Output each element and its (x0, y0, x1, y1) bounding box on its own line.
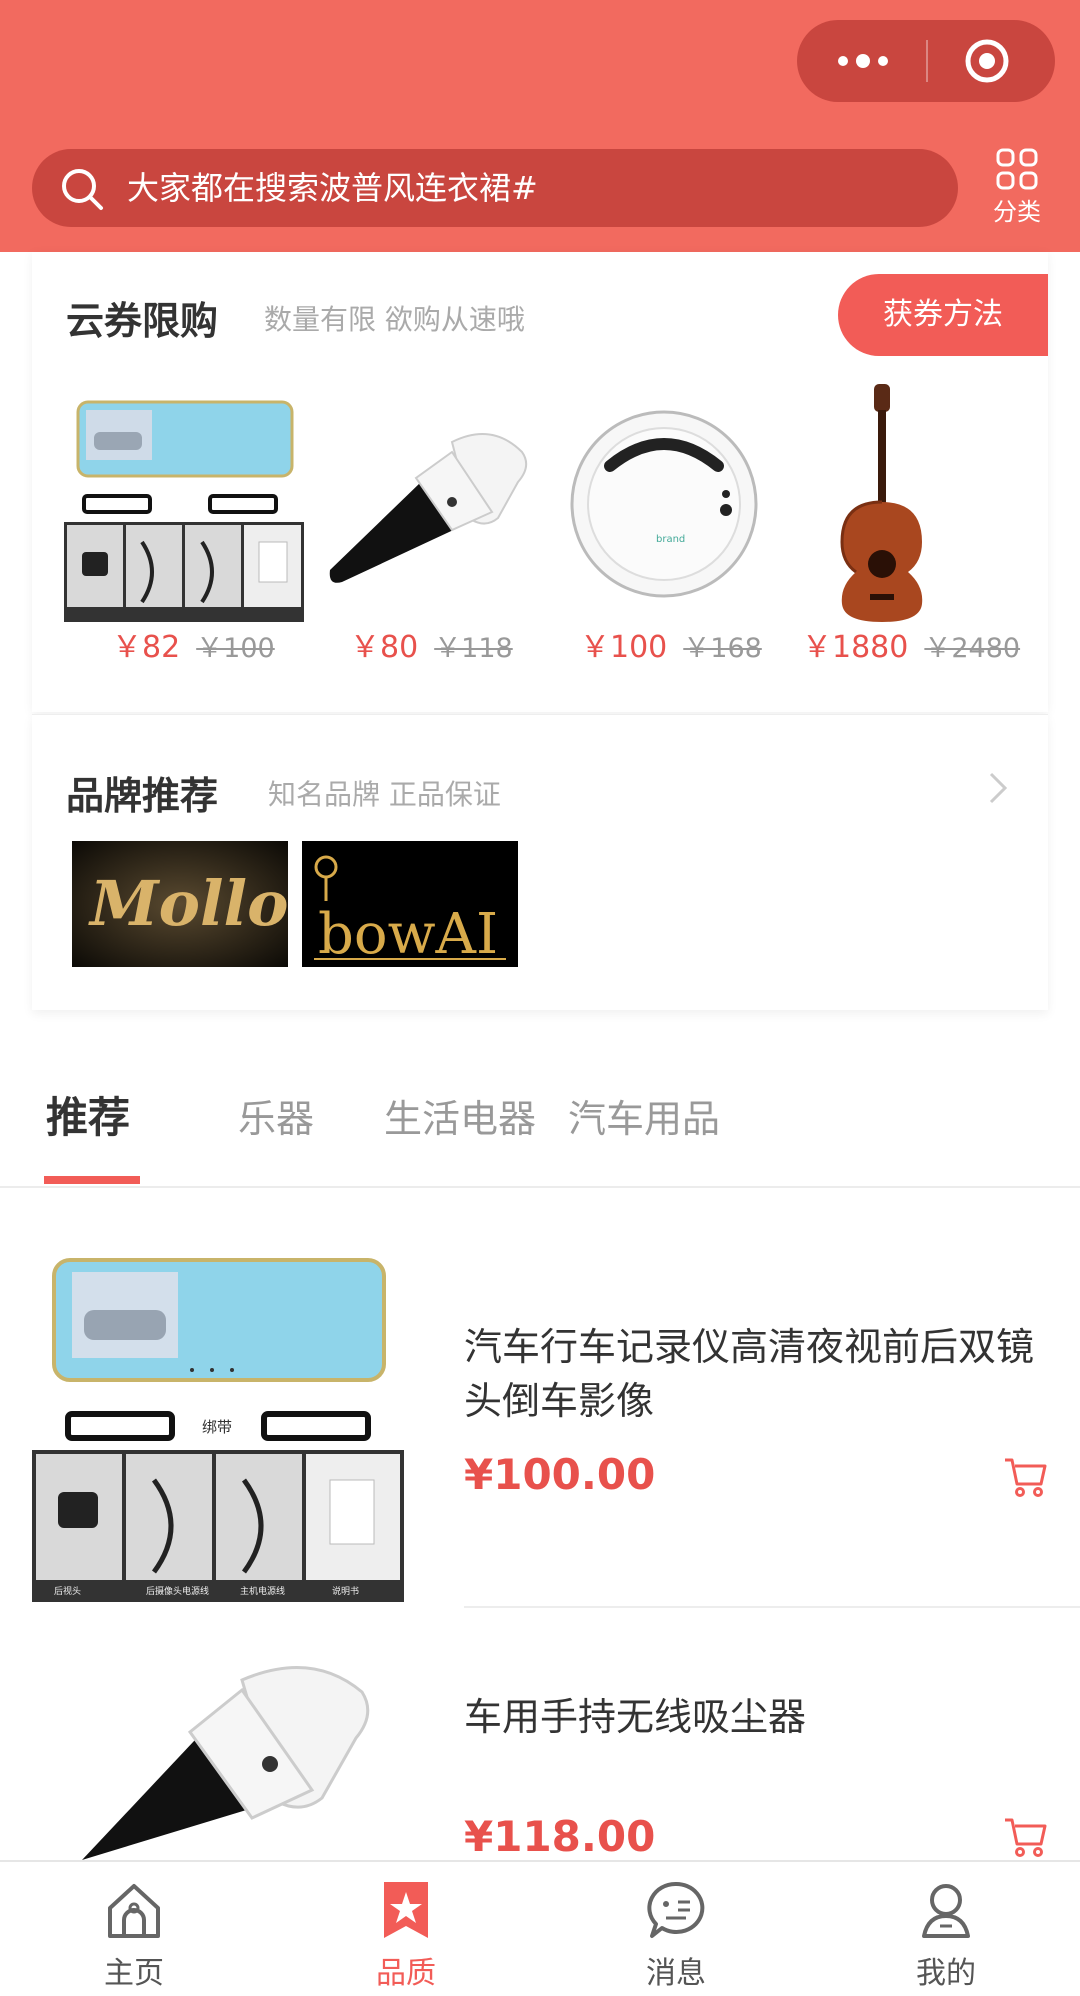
tab-home-appliances[interactable]: 生活电器 (384, 1088, 536, 1143)
mollo-logo-text: Mollo (88, 867, 288, 940)
robot-vacuum-image: brand (570, 410, 758, 598)
old-price: ￥118 (434, 633, 513, 664)
brand-logo-bowai[interactable]: bowAI (302, 841, 518, 967)
tab-instruments[interactable]: 乐器 (238, 1088, 314, 1143)
list-item[interactable]: 绑带 后视头 后摄像头电源线 主机电源线 说明书 汽车行车记录仪高清夜视前后双镜… (0, 1230, 1080, 1610)
nav-home[interactable]: 主页 (64, 1878, 204, 1994)
dashcam-image (64, 382, 304, 622)
nav-label: 我的 (916, 1956, 976, 1991)
item-price: ¥100.00 (464, 1450, 656, 1499)
brand-logo-mollo[interactable]: Mollo (72, 841, 288, 967)
coupon-product-guitar[interactable] (772, 382, 1012, 642)
item-name: 车用手持无线吸尘器 (464, 1695, 807, 1739)
nav-label: 主页 (104, 1956, 164, 1991)
item-thumbnail (32, 1640, 404, 1860)
nav-label: 品质 (376, 1956, 436, 1991)
current-price: ￥80 (350, 630, 419, 665)
coupon-title: 云券限购 (66, 299, 219, 343)
brand-title: 品牌推荐 (66, 774, 219, 818)
cell-label-3: 主机电源线 (240, 1585, 285, 1597)
nav-quality[interactable]: 品质 (336, 1878, 476, 1994)
grid-icon (996, 148, 1038, 190)
quality-star-icon (384, 1882, 428, 1938)
mollo-logo: Mollo (72, 841, 288, 967)
cart-icon[interactable] (1003, 1454, 1049, 1500)
nav-messages[interactable]: 消息 (606, 1878, 746, 1994)
old-price: ￥168 (683, 633, 762, 664)
target-icon[interactable] (963, 37, 1011, 85)
old-price: ￥2480 (924, 633, 1021, 664)
item-price: ¥118.00 (464, 1812, 656, 1860)
tab-recommend[interactable]: 推荐 (46, 1084, 130, 1145)
coupon-product-vacuum[interactable] (302, 382, 542, 642)
coupon-section: 云券限购 数量有限 欲购从速哦 获券方法 ￥82 ￥100 ￥80 ￥118 b… (32, 252, 1048, 712)
item-thumbnail: 绑带 后视头 后摄像头电源线 主机电源线 说明书 (32, 1230, 404, 1602)
category-tabs: 推荐 乐器 生活电器 汽车用品 (0, 1072, 1080, 1188)
chevron-right-icon[interactable] (988, 771, 1008, 805)
list-divider (464, 1606, 1080, 1608)
message-icon (647, 1881, 705, 1938)
handheld-vacuum-image (32, 1640, 404, 1860)
current-price: ￥82 (112, 630, 181, 665)
cell-label-4: 说明书 (332, 1585, 359, 1597)
coupon-price-2: ￥80 ￥118 (350, 622, 513, 665)
search-placeholder: 大家都在搜索波普风连衣裙# (127, 169, 538, 207)
tab-car-accessories[interactable]: 汽车用品 (568, 1088, 720, 1143)
coupon-product-dashcam[interactable] (64, 382, 304, 642)
nav-profile[interactable]: 我的 (876, 1878, 1016, 1994)
list-item[interactable]: 车用手持无线吸尘器 ¥118.00 (0, 1640, 1080, 1860)
capsule-divider (926, 40, 928, 82)
tab-indicator (44, 1176, 140, 1184)
old-price: ￥100 (196, 633, 275, 664)
header: 大家都在搜索波普风连衣裙# 分类 (0, 0, 1080, 252)
more-dots-icon[interactable] (835, 44, 891, 78)
mini-program-capsule (797, 20, 1055, 102)
coupon-price-4: ￥1880 ￥2480 (802, 622, 1021, 665)
coupon-price-1: ￥82 ￥100 (112, 622, 275, 665)
item-name: 汽车行车记录仪高清夜视前后双镜头倒车影像 (464, 1325, 1035, 1423)
search-icon (62, 169, 103, 210)
brand-section: 品牌推荐 知名品牌 正品保证 Mollo bowAI (32, 714, 1048, 1010)
search-bar[interactable]: 大家都在搜索波普风连衣裙# (32, 149, 958, 227)
category-label: 分类 (993, 198, 1041, 226)
coupon-subtitle: 数量有限 欲购从速哦 (264, 303, 525, 336)
home-icon (108, 1884, 160, 1938)
nav-label: 消息 (646, 1956, 706, 1991)
current-price: ￥100 (580, 630, 668, 665)
handheld-vacuum-image (329, 433, 528, 583)
get-coupon-button[interactable]: 获券方法 (838, 274, 1048, 356)
brand-subtitle: 知名品牌 正品保证 (268, 778, 501, 811)
cell-label-2: 后摄像头电源线 (146, 1585, 209, 1597)
bowai-logo: bowAI (302, 841, 518, 967)
current-price: ￥1880 (802, 630, 909, 665)
coupon-price-3: ￥100 ￥168 (580, 622, 762, 665)
bowai-logo-text: bowAI (318, 902, 498, 967)
svg-text:brand: brand (656, 534, 685, 545)
dashcam-image: 绑带 后视头 后摄像头电源线 主机电源线 说明书 (32, 1230, 404, 1602)
profile-icon (922, 1884, 970, 1938)
strap-label: 绑带 (202, 1418, 232, 1436)
cart-icon[interactable] (1003, 1814, 1049, 1860)
coupon-product-robot-vacuum[interactable]: brand (544, 382, 784, 642)
category-button[interactable]: 分类 (980, 148, 1054, 230)
bottom-nav: 主页 品质 消息 我的 (0, 1860, 1080, 1996)
guitar-image (840, 384, 923, 622)
cell-label-1: 后视头 (54, 1585, 81, 1597)
